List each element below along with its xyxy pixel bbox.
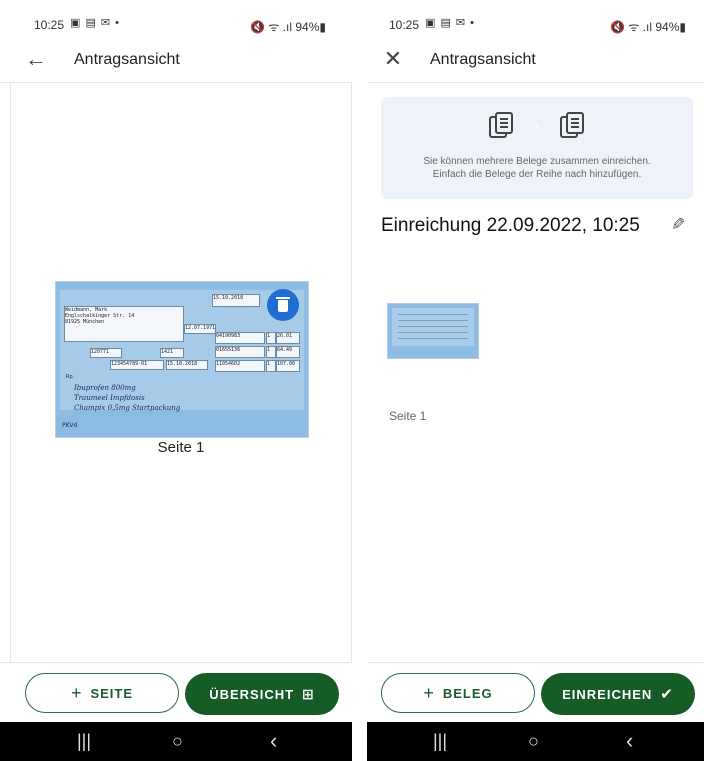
- screen-divider: [352, 0, 367, 761]
- document-icon: [489, 112, 513, 138]
- price3-field: 107.00: [276, 360, 300, 372]
- recent-apps-icon[interactable]: |||: [433, 731, 447, 752]
- home-icon[interactable]: ○: [172, 731, 183, 752]
- thumbnail-line: [398, 326, 468, 327]
- hint-line-2: Einfach die Belege der Reihe nach hinzuf…: [432, 169, 642, 180]
- form-id: 123454789-01: [110, 360, 164, 370]
- price3-text: 107.00: [277, 361, 296, 367]
- form-patient-box: Weidmann, Mark Englschalkinger Str. 14 8…: [64, 306, 184, 342]
- edit-icon[interactable]: ✎: [671, 215, 685, 235]
- system-nav-bar: ||| ○ ‹: [0, 722, 352, 761]
- document-icon: [560, 112, 584, 138]
- add-page-button[interactable]: + SEITE: [25, 673, 179, 713]
- code3-field: 11054602: [215, 360, 265, 372]
- add-receipt-label: BELEG: [442, 685, 493, 701]
- code3-text: 11054602: [216, 361, 241, 367]
- battery-indicator: 🔇 ᯤ .ıl 94%▮: [250, 20, 326, 34]
- plus-icon: +: [70, 682, 83, 703]
- multi-receipt-hint: + Sie können mehrere Belege zusammen ein…: [381, 97, 693, 199]
- content-border-left: [10, 82, 11, 663]
- form-number2: 1421: [160, 348, 184, 358]
- submit-button[interactable]: EINREICHEN ✔: [541, 673, 695, 715]
- qty3-text: 1: [267, 361, 271, 367]
- code1-field: 04190983: [215, 332, 265, 344]
- thumbnail-line: [398, 332, 468, 333]
- add-receipt-button[interactable]: + BELEG: [381, 673, 535, 713]
- plus-icon: +: [423, 682, 435, 703]
- back-arrow-icon[interactable]: ←: [22, 46, 50, 72]
- price1-field: 26.01: [276, 332, 300, 344]
- patient-city: 81925 München: [65, 319, 105, 325]
- back-icon[interactable]: ‹: [270, 728, 277, 754]
- thumbnail-line: [398, 338, 468, 339]
- rx-label: Rp.: [66, 374, 75, 380]
- thumbnail-label: Seite 1: [389, 409, 427, 423]
- qty2-field: 1: [266, 346, 276, 358]
- status-time: 10:25: [389, 18, 420, 32]
- form-number1: 120771: [90, 348, 122, 358]
- notification-icons: ▣ ▤ ✉ •: [425, 17, 476, 29]
- status-time: 10:25: [34, 18, 65, 32]
- qty2-text: 1: [267, 347, 271, 353]
- thumbnail-line: [398, 320, 468, 321]
- recent-apps-icon[interactable]: |||: [77, 731, 91, 752]
- code1-text: 04190983: [216, 333, 241, 339]
- back-icon[interactable]: ‹: [626, 728, 633, 754]
- form-date2: 15.10.2018: [166, 360, 208, 370]
- handwritten-line-1: Ibuprofen 800mg: [74, 384, 136, 392]
- delete-page-button[interactable]: [267, 289, 299, 321]
- system-nav-bar: ||| ○ ‹: [367, 722, 704, 761]
- right-screen: 10:25 ▣ ▤ ✉ • 🔇 ᯤ .ıl 94%▮ ✕ Antragsansi…: [367, 0, 704, 761]
- qty1-field: 1: [266, 332, 276, 344]
- overview-label: ÜBERSICHT: [209, 686, 295, 702]
- page-label: Seite 1: [157, 439, 205, 456]
- handwritten-line-3: Champix 0,5mg Startpackung: [74, 404, 181, 412]
- bottom-action-bar: + SEITE ÜBERSICHT ⊞: [0, 662, 352, 723]
- form-date-field: 15.10.2018: [212, 294, 260, 307]
- app-bar: ✕ Antragsansicht: [367, 40, 704, 83]
- birth-date-text: 12.07.1971: [185, 325, 216, 331]
- handwritten-line-2: Traumeel Impfdosis: [74, 394, 145, 402]
- checkmark-icon: ✔: [660, 686, 674, 703]
- price1-text: 26.01: [277, 333, 293, 339]
- id-text: 123454789-01: [111, 361, 148, 367]
- status-bar: 10:25 ▣ ▤ ✉ • 🔇 ᯤ .ıl 94%▮: [367, 0, 704, 40]
- close-icon[interactable]: ✕: [379, 46, 407, 72]
- bottom-action-bar: + BELEG EINREICHEN ✔: [367, 662, 704, 723]
- birth-date-field: 12.07.1971: [184, 324, 216, 334]
- page-title: Antragsansicht: [74, 51, 180, 68]
- submission-title: Einreichung 22.09.2022, 10:25: [381, 215, 640, 236]
- add-page-label: SEITE: [90, 685, 134, 701]
- form-date-text: 15.10.2018: [213, 295, 244, 301]
- form-footer-label: PKVd: [62, 422, 78, 429]
- notification-icons: ▣ ▤ ✉ •: [70, 17, 121, 29]
- number1-text: 120771: [91, 349, 110, 355]
- app-bar: ← Antragsansicht: [0, 40, 352, 83]
- hint-line-1: Sie können mehrere Belege zusammen einre…: [423, 156, 651, 167]
- number2-text: 1421: [161, 349, 174, 355]
- thumbnail-line: [398, 314, 468, 315]
- status-bar: 10:25 ▣ ▤ ✉ • 🔇 ᯤ .ıl 94%▮: [0, 0, 352, 40]
- code2-text: 01655136: [216, 347, 241, 353]
- price2-field: 64.49: [276, 346, 300, 358]
- price2-text: 64.49: [277, 347, 293, 353]
- grid-icon: ⊞: [302, 685, 315, 702]
- date2-text: 15.10.2018: [167, 361, 198, 367]
- qty3-field: 1: [266, 360, 276, 372]
- left-screen: 10:25 ▣ ▤ ✉ • 🔇 ᯤ .ıl 94%▮ ← Antragsansi…: [0, 0, 352, 761]
- battery-indicator: 🔇 ᯤ .ıl 94%▮: [610, 20, 686, 34]
- trash-icon: [278, 300, 288, 312]
- page-title: Antragsansicht: [430, 51, 536, 68]
- qty1-text: 1: [267, 333, 271, 339]
- thumbnail-form: [392, 308, 474, 346]
- home-icon[interactable]: ○: [528, 731, 539, 752]
- code2-field: 01655136: [215, 346, 265, 358]
- submit-label: EINREICHEN: [562, 686, 653, 702]
- trash-lid-icon: [276, 297, 290, 299]
- receipt-thumbnail[interactable]: [387, 303, 479, 359]
- plus-icon: +: [533, 119, 541, 133]
- overview-button[interactable]: ÜBERSICHT ⊞: [185, 673, 339, 715]
- hint-text: Sie können mehrere Belege zusammen einre…: [381, 155, 693, 181]
